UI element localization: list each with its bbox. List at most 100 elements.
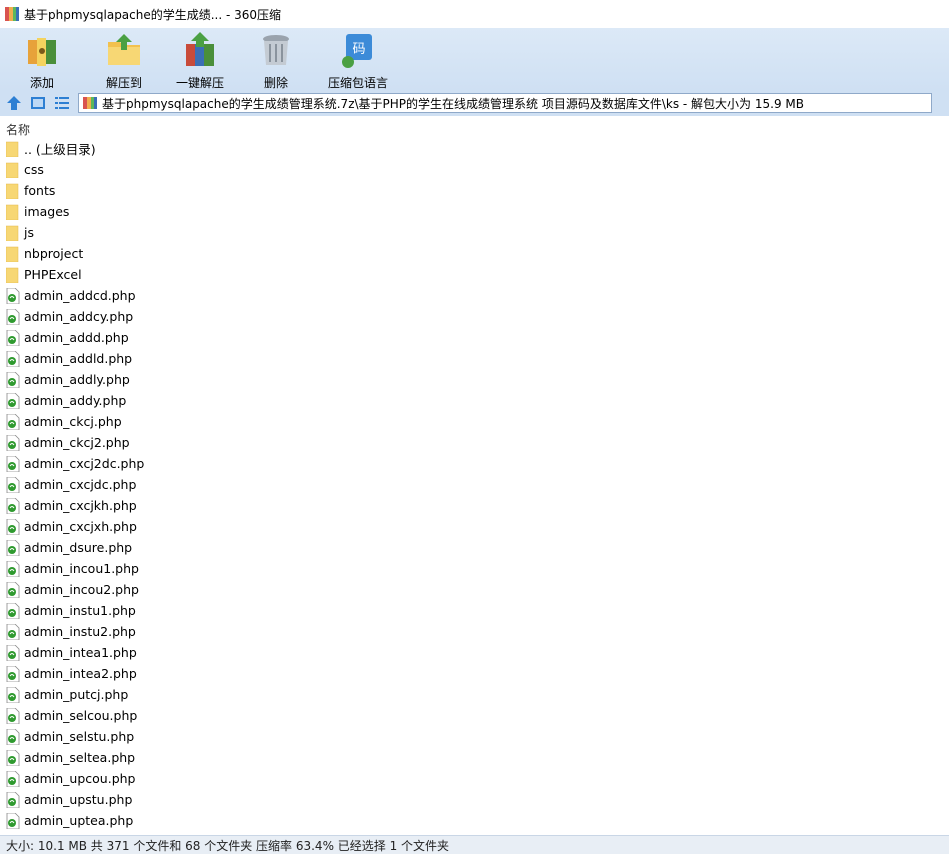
file-row[interactable]: admin_addcy.php [0,306,949,327]
toolbar: 添加 解压到 一键解压 删除 码 压缩包语言 [0,28,949,90]
folder-row[interactable]: images [0,201,949,222]
php-file-icon [6,518,20,535]
file-row[interactable]: admin_ckcj2.php [0,432,949,453]
large-icon-view-icon [31,97,45,109]
php-file-icon [6,329,20,346]
php-file-icon [6,476,20,493]
delete-label: 删除 [264,76,289,90]
file-name: js [24,225,34,240]
file-name: admin_cxcjkh.php [24,498,137,513]
php-file-icon [6,497,20,514]
file-row[interactable]: admin_putcj.php [0,684,949,705]
column-header-label: 名称 [6,123,31,137]
php-file-icon [6,623,20,640]
folder-row[interactable]: .. (上级目录) [0,138,949,159]
list-view-button[interactable] [52,93,72,113]
title-bar: 基于phpmysqlapache的学生成绩... - 360压缩 [0,0,949,28]
column-header-name[interactable]: 名称 [0,119,949,137]
file-name: admin_selstu.php [24,729,135,744]
file-row[interactable]: admin_upcou.php [0,768,949,789]
up-arrow-icon [7,96,21,110]
php-file-icon [6,812,20,829]
file-name: admin_intea1.php [24,645,137,660]
php-file-icon [6,749,20,766]
file-row[interactable]: admin_cxcjxh.php [0,516,949,537]
php-file-icon [6,602,20,619]
folder-row[interactable]: PHPExcel [0,264,949,285]
file-name: admin_addy.php [24,393,127,408]
php-file-icon [6,392,20,409]
php-file-icon [6,791,20,808]
php-file-icon [6,644,20,661]
file-name: PHPExcel [24,267,82,282]
status-bar: 大小: 10.1 MB 共 371 个文件和 68 个文件夹 压缩率 63.4%… [0,835,949,854]
php-file-icon [6,434,20,451]
file-row[interactable]: admin_addy.php [0,390,949,411]
add-button[interactable]: 添加 [22,30,62,91]
extract-to-button[interactable]: 解压到 [104,30,144,91]
file-name: admin_addld.php [24,351,133,366]
file-row[interactable]: admin_addcd.php [0,285,949,306]
file-row[interactable]: admin_incou1.php [0,558,949,579]
folder-icon [6,204,19,220]
file-name: nbproject [24,246,84,261]
folder-icon [6,246,19,262]
file-name: admin_ckcj.php [24,414,122,429]
file-row[interactable]: admin_cxcjkh.php [0,495,949,516]
file-row[interactable]: admin_uptea.php [0,810,949,831]
folder-row[interactable]: nbproject [0,243,949,264]
app-logo-icon [5,7,19,21]
php-file-icon [6,581,20,598]
file-name: admin_cxcjxh.php [24,519,137,534]
file-row[interactable]: admin_addd.php [0,327,949,348]
delete-trash-icon [263,35,290,65]
file-name: admin_ckcj2.php [24,435,130,450]
file-row[interactable]: admin_seltea.php [0,747,949,768]
file-name: .. (上级目录) [24,142,96,157]
file-row[interactable]: admin_ckcj.php [0,411,949,432]
path-field[interactable]: 基于phpmysqlapache的学生成绩管理系统.7z\基于PHP的学生在线成… [78,93,932,113]
file-row[interactable]: admin_selcou.php [0,705,949,726]
file-name: admin_addcd.php [24,288,136,303]
folder-row[interactable]: css [0,159,949,180]
file-name: admin_seltea.php [24,750,136,765]
file-row[interactable]: admin_incou2.php [0,579,949,600]
php-file-icon [6,308,20,325]
add-button-label: 添加 [29,76,54,90]
archive-language-label: 压缩包语言 [328,76,389,90]
up-level-button[interactable] [4,93,24,113]
window-title: 基于phpmysqlapache的学生成绩... - 360压缩 [24,7,282,22]
file-row[interactable]: admin_cxcj2dc.php [0,453,949,474]
php-file-icon [6,728,20,745]
file-row[interactable]: admin_intea2.php [0,663,949,684]
file-name: admin_selcou.php [24,708,138,723]
file-row[interactable]: admin_instu1.php [0,600,949,621]
svg-text:码: 码 [353,42,366,57]
archive-language-button[interactable]: 码 压缩包语言 [328,30,388,91]
quick-extract-button[interactable]: 一键解压 [176,30,224,91]
delete-button[interactable]: 删除 [256,30,296,91]
file-row[interactable]: admin_intea1.php [0,642,949,663]
file-row[interactable]: admin_addly.php [0,369,949,390]
large-icon-view-button[interactable] [28,93,48,113]
php-file-icon [6,287,20,304]
file-name: css [24,162,44,177]
folder-row[interactable]: js [0,222,949,243]
file-row[interactable]: admin_dsure.php [0,537,949,558]
file-row[interactable]: admin_selstu.php [0,726,949,747]
file-name: images [24,204,70,219]
extract-to-icon [108,34,140,65]
status-text: 大小: 10.1 MB 共 371 个文件和 68 个文件夹 压缩率 63.4%… [6,838,450,853]
folder-icon [6,162,19,178]
file-row[interactable]: admin_upstu.php [0,789,949,810]
archive-icon [83,97,97,109]
path-text: 基于phpmysqlapache的学生成绩管理系统.7z\基于PHP的学生在线成… [102,96,804,111]
archive-language-icon: 码 [342,34,373,68]
file-row[interactable]: admin_addld.php [0,348,949,369]
file-name: admin_addd.php [24,330,129,345]
file-row[interactable]: admin_instu2.php [0,621,949,642]
php-file-icon [6,350,20,367]
file-row[interactable]: admin_cxcjdc.php [0,474,949,495]
php-file-icon [6,707,20,724]
folder-row[interactable]: fonts [0,180,949,201]
